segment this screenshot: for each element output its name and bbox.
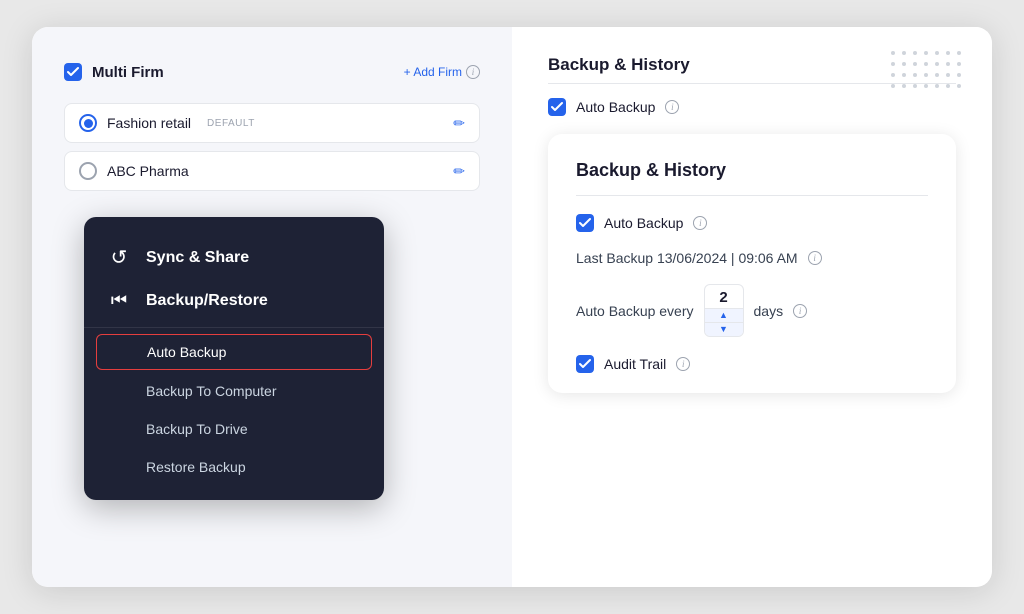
card-audit-trail-row: Audit Trail i [576, 355, 928, 373]
firm-radio-fashion[interactable] [79, 114, 97, 132]
right-header-title: Backup & History [548, 55, 690, 75]
audit-trail-checkbox[interactable] [576, 355, 594, 373]
multi-firm-row: Multi Firm + Add Firm i [64, 63, 480, 81]
firm-name-pharma: ABC Pharma [107, 163, 189, 179]
audit-trail-label: Audit Trail [604, 356, 666, 372]
last-backup-text: Last Backup 13/06/2024 | 09:06 AM [576, 250, 798, 266]
backup-restore-label: Backup/Restore [146, 292, 268, 310]
backup-card-title: Backup & History [576, 160, 928, 181]
sync-share-label: Sync & Share [146, 249, 249, 267]
firm-radio-pharma[interactable] [79, 162, 97, 180]
card-auto-backup-info-icon: i [693, 216, 707, 230]
menu-restore-backup[interactable]: Restore Backup [84, 448, 384, 486]
firm-row-pharma[interactable]: ABC Pharma ✏ [64, 151, 480, 191]
last-backup-label: Last Backup [576, 250, 653, 266]
card-backup-interval-row: Auto Backup every 2 ▲ ▼ days i [576, 284, 928, 337]
interval-down-button[interactable]: ▼ [705, 323, 743, 336]
card-last-backup-row: Last Backup 13/06/2024 | 09:06 AM i [576, 250, 928, 266]
right-panel: Backup & History Auto Backup i Backup & … [512, 27, 992, 587]
interval-input[interactable]: 2 ▲ ▼ [704, 284, 744, 337]
backup-every-label: Auto Backup every [576, 303, 694, 319]
interval-value: 2 [705, 285, 743, 309]
edit-icon-pharma[interactable]: ✏ [453, 163, 465, 180]
dropdown-menu: ↺ Sync & Share ⏮ Backup/Restore Auto Bac… [84, 217, 384, 500]
menu-backup-to-computer[interactable]: Backup To Computer [84, 372, 384, 410]
firm-name-fashion: Fashion retail [107, 115, 191, 131]
card-divider [576, 195, 928, 196]
audit-trail-info-icon: i [676, 357, 690, 371]
auto-backup-top-checkbox[interactable] [548, 98, 566, 116]
auto-backup-top-row: Auto Backup i [548, 98, 956, 116]
sync-icon: ↺ [106, 245, 132, 270]
interval-up-button[interactable]: ▲ [705, 309, 743, 323]
card-auto-backup-label: Auto Backup [604, 215, 683, 231]
restore-backup-label: Restore Backup [146, 459, 246, 475]
card-auto-backup-checkbox[interactable] [576, 214, 594, 232]
edit-icon-fashion[interactable]: ✏ [453, 115, 465, 132]
multi-firm-checkbox[interactable] [64, 63, 82, 81]
menu-backup-to-drive[interactable]: Backup To Drive [84, 410, 384, 448]
menu-backup-restore[interactable]: ⏮ Backup/Restore [84, 280, 384, 321]
interval-info-icon: i [793, 304, 807, 318]
radio-inner [84, 119, 93, 128]
days-label: days [754, 303, 784, 319]
auto-backup-submenu-label: Auto Backup [147, 344, 226, 360]
backup-restore-icon: ⏮ [106, 290, 132, 311]
backup-history-card: Backup & History Auto Backup i Last Back… [548, 134, 956, 393]
right-header-divider [548, 83, 956, 84]
last-backup-value: 13/06/2024 | 09:06 AM [657, 250, 798, 266]
menu-sync-share[interactable]: ↺ Sync & Share [84, 235, 384, 280]
add-firm-info-icon: i [466, 65, 480, 79]
menu-divider [84, 327, 384, 328]
backup-drive-label: Backup To Drive [146, 421, 248, 437]
auto-backup-top-label: Auto Backup [576, 99, 655, 115]
default-badge: DEFAULT [207, 118, 255, 129]
card-auto-backup-row: Auto Backup i [576, 214, 928, 232]
app-container: Multi Firm + Add Firm i Fashion retail D… [32, 27, 992, 587]
add-firm-button[interactable]: + Add Firm i [404, 65, 480, 79]
menu-auto-backup[interactable]: Auto Backup [96, 334, 372, 370]
firm-row-fashion[interactable]: Fashion retail DEFAULT ✏ [64, 103, 480, 143]
auto-backup-top-info-icon: i [665, 100, 679, 114]
multi-firm-label: Multi Firm [92, 64, 164, 81]
last-backup-info-icon: i [808, 251, 822, 265]
backup-computer-label: Backup To Computer [146, 383, 276, 399]
